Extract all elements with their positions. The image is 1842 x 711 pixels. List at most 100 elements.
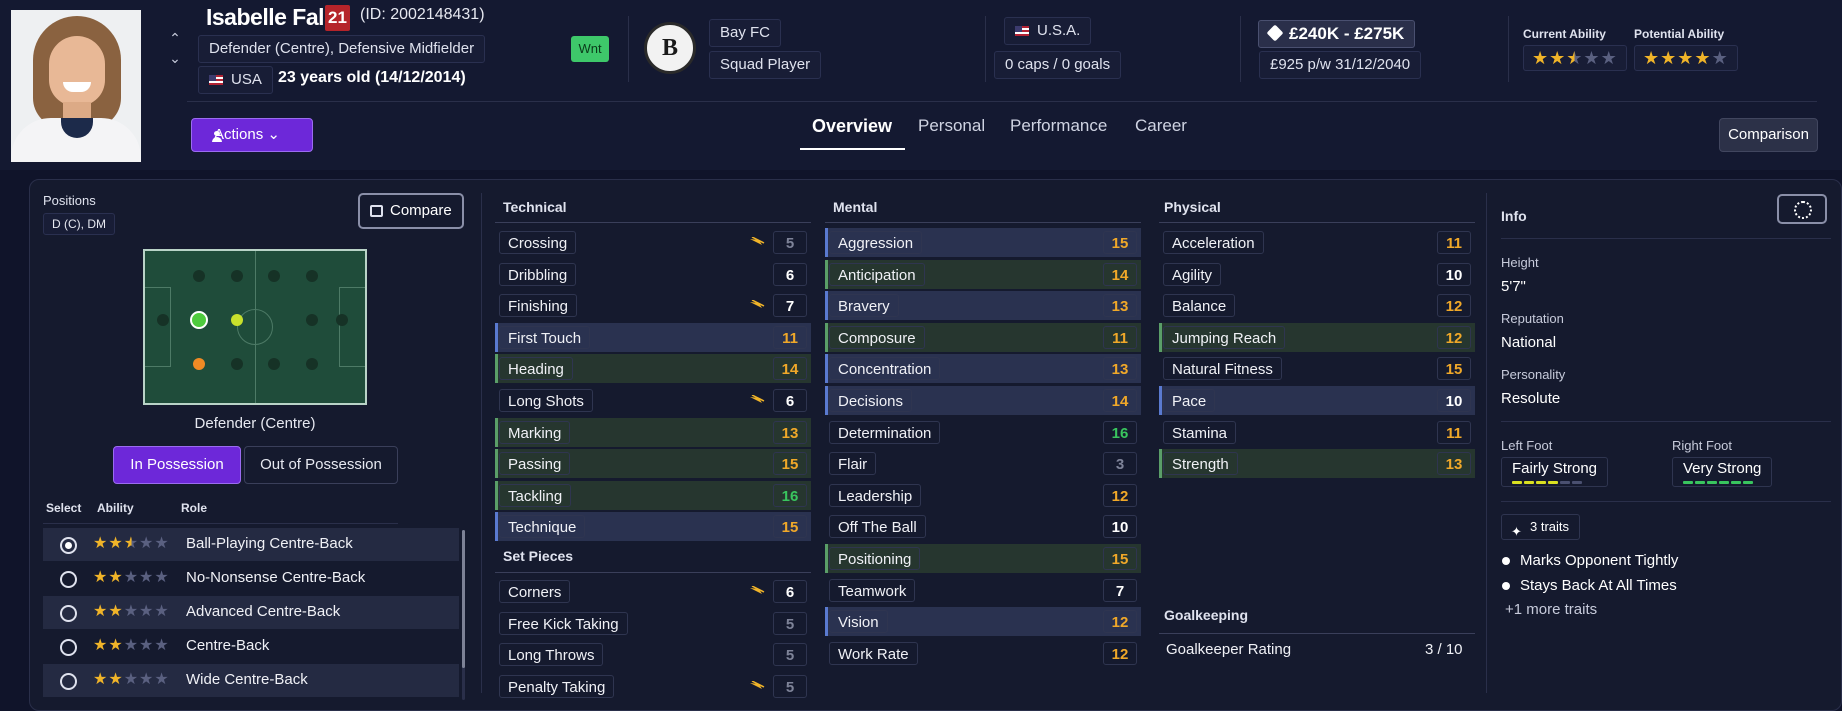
attribute-row[interactable]: Work Rate 12 [825, 639, 1141, 668]
accomplished-position-dot[interactable] [231, 314, 243, 326]
attribute-row[interactable]: Crossing 5 [495, 228, 811, 257]
in-possession-toggle[interactable]: In Possession [113, 446, 241, 484]
more-traits-link[interactable]: +1 more traits [1505, 601, 1597, 618]
chevron-down-icon[interactable]: ⌄ [166, 49, 184, 67]
unconvincing-position-dot[interactable] [193, 358, 205, 370]
pitch-position-dot[interactable] [268, 358, 280, 370]
role-row[interactable]: ★★★★★ Centre-Back [43, 630, 459, 663]
attribute-row[interactable]: Finishing 7 [495, 291, 811, 320]
attribute-row[interactable]: Natural Fitness 15 [1159, 354, 1475, 383]
attribute-row[interactable]: Anticipation 14 [825, 259, 1141, 289]
compare-button[interactable]: Compare [358, 193, 464, 229]
pitch-position-dot[interactable] [268, 270, 280, 282]
attribute-row[interactable]: Long Throws 5 [495, 640, 811, 669]
usa-flag-icon [1015, 26, 1029, 36]
attribute-row[interactable]: Strength 13 [1159, 449, 1475, 479]
attribute-row[interactable]: Bravery 13 [825, 291, 1141, 321]
attribute-name: Free Kick Taking [499, 611, 628, 635]
personality-label: Personality [1501, 367, 1566, 382]
attribute-row[interactable]: Concentration 13 [825, 354, 1141, 384]
attribute-value: 3 [1103, 452, 1137, 476]
tab-performance[interactable]: Performance [1010, 116, 1107, 136]
attribute-row[interactable]: Composure 11 [825, 322, 1141, 352]
player-photo [11, 10, 141, 162]
role-radio[interactable] [60, 673, 77, 690]
role-radio[interactable] [60, 571, 77, 588]
attribute-row[interactable]: Agility 10 [1159, 260, 1475, 289]
attribute-row[interactable]: Dribbling 6 [495, 260, 811, 289]
attribute-row[interactable]: Balance 12 [1159, 291, 1475, 320]
club-crest[interactable]: B [644, 22, 696, 74]
role-radio[interactable] [60, 639, 77, 656]
reputation-value: National [1501, 334, 1557, 351]
pitch-position-dot[interactable] [157, 314, 169, 326]
tab-overview[interactable]: Overview [812, 116, 892, 137]
attribute-row[interactable]: Leadership 12 [825, 481, 1141, 510]
attribute-row[interactable]: Long Shots 6 [495, 386, 811, 415]
attribute-row[interactable]: Stamina 11 [1159, 418, 1475, 447]
divider [481, 193, 482, 693]
international-country[interactable]: U.S.A. [1004, 17, 1092, 45]
club-name[interactable]: Bay FC [709, 19, 782, 47]
pitch-position-dot[interactable] [306, 314, 318, 326]
pitch-position-dot[interactable] [336, 314, 348, 326]
tab-personal[interactable]: Personal [918, 116, 985, 136]
attribute-row[interactable]: Flair 3 [825, 449, 1141, 478]
attribute-row[interactable]: Acceleration 11 [1159, 228, 1475, 257]
attribute-row[interactable]: Decisions 14 [825, 386, 1141, 415]
pitch-position-dot[interactable] [231, 358, 243, 370]
attribute-row[interactable]: Aggression 15 [825, 228, 1141, 257]
tab-career[interactable]: Career [1135, 116, 1187, 136]
attribute-row[interactable]: Marking 13 [495, 417, 811, 447]
natural-position-dot[interactable] [190, 311, 208, 329]
traits-count-chip[interactable]: ✦ 3 traits [1501, 514, 1581, 540]
position-pitch[interactable] [143, 249, 367, 405]
attribute-row[interactable]: Vision 12 [825, 607, 1141, 637]
attribute-row[interactable]: Determination 16 [825, 418, 1141, 447]
attribute-row[interactable]: Corners 6 [495, 577, 811, 606]
contract-wage: £925 p/w 31/12/2040 [1259, 51, 1422, 79]
out-of-possession-toggle[interactable]: Out of Possession [244, 446, 398, 484]
pitch-position-dot[interactable] [306, 358, 318, 370]
role-row[interactable]: ★★★★★ Wide Centre-Back [43, 664, 459, 697]
info-options-button[interactable] [1777, 194, 1827, 224]
attribute-name: Agility [1163, 262, 1222, 286]
attribute-row[interactable]: Penalty Taking 5 [495, 672, 811, 701]
role-row[interactable]: ★★★★★ No-Nonsense Centre-Back [43, 562, 459, 595]
attribute-row[interactable]: Teamwork 7 [825, 576, 1141, 605]
attribute-row[interactable]: Heading 14 [495, 354, 811, 384]
attribute-value: 12 [1437, 294, 1471, 318]
attribute-row[interactable]: Off The Ball 10 [825, 512, 1141, 541]
pitch-position-dot[interactable] [231, 270, 243, 282]
attribute-row[interactable]: Positioning 15 [825, 544, 1141, 573]
attribute-row[interactable]: Passing 15 [495, 449, 811, 479]
role-radio[interactable] [60, 605, 77, 622]
nationality-chip[interactable]: USA [198, 66, 273, 94]
active-tab-indicator [800, 148, 905, 150]
role-name: Centre-Back [186, 637, 270, 654]
pitch-position-dot[interactable] [306, 270, 318, 282]
attribute-row[interactable]: First Touch 11 [495, 322, 811, 352]
chevron-up-icon[interactable]: ⌃ [166, 29, 184, 47]
attribute-name: Work Rate [829, 641, 918, 665]
attribute-value: 5 [773, 643, 807, 667]
attribute-row[interactable]: Pace 10 [1159, 386, 1475, 415]
attribute-row[interactable]: Jumping Reach 12 [1159, 322, 1475, 352]
comparison-button[interactable]: Comparison [1719, 118, 1818, 152]
attribute-row[interactable]: Technique 15 [495, 512, 811, 542]
compare-icon [370, 205, 383, 217]
role-row[interactable]: ★★★★★ Ball-Playing Centre-Back [43, 528, 459, 561]
actions-button[interactable]: Actions ⌄ [191, 118, 313, 152]
role-row[interactable]: ★★★★★ Advanced Centre-Back [43, 596, 459, 629]
role-list-scrollbar[interactable] [462, 530, 465, 700]
foot-strength-bar [1707, 481, 1717, 484]
attribute-row[interactable]: Free Kick Taking 5 [495, 609, 811, 638]
right-foot-value: Very Strong [1672, 457, 1773, 487]
attribute-row[interactable]: Tackling 16 [495, 480, 811, 510]
attribute-value: 12 [1103, 610, 1137, 634]
attribute-value: 5 [773, 611, 807, 635]
attribute-name: Long Throws [499, 643, 604, 667]
attribute-value: 10 [1103, 515, 1137, 539]
role-radio[interactable] [60, 537, 77, 554]
pitch-position-dot[interactable] [193, 270, 205, 282]
